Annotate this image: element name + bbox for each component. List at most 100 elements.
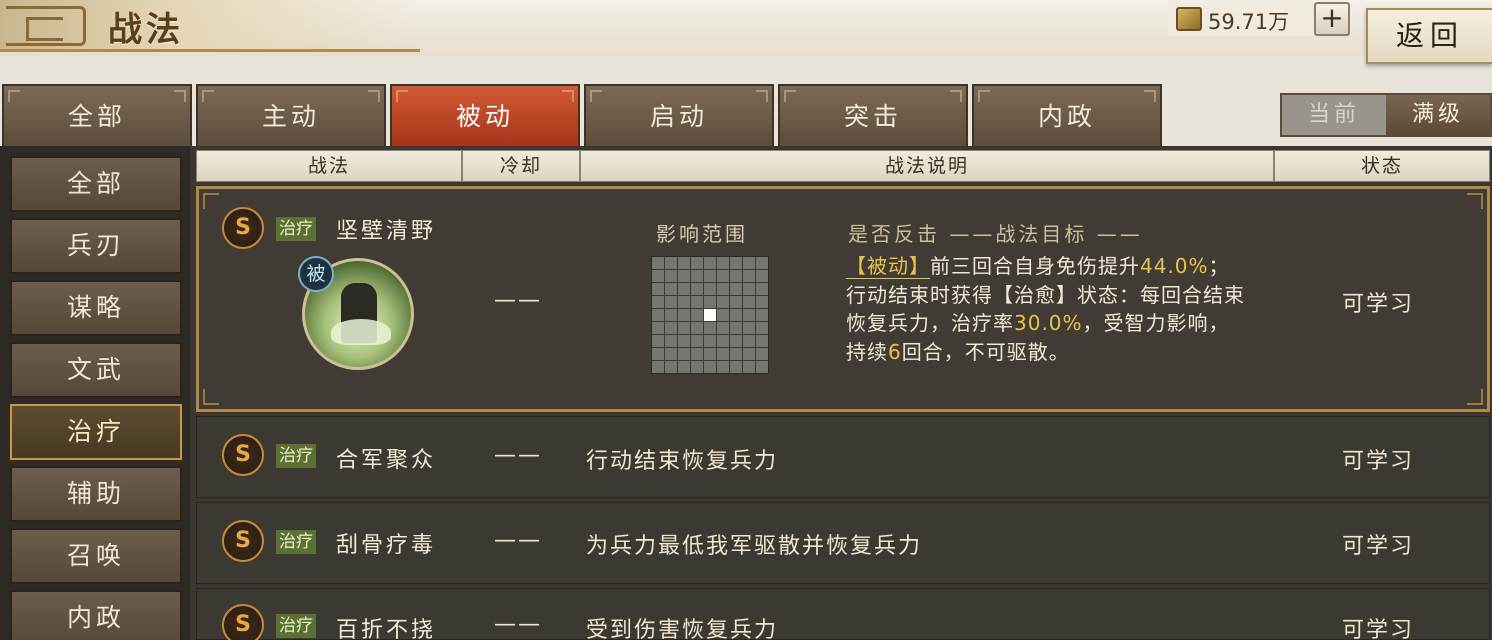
range-cell [704, 270, 716, 282]
tab-assault[interactable]: 突击 [778, 84, 968, 146]
range-cell [730, 283, 742, 295]
skill-summary: 为兵力最低我军驱散并恢复兵力 [586, 534, 923, 559]
range-cell [756, 270, 768, 282]
grade-badge: S [222, 207, 264, 249]
range-cell [678, 283, 690, 295]
title-plate: 战法 [0, 0, 420, 52]
tab-trigger[interactable]: 启动 [584, 84, 774, 146]
range-cell [678, 361, 690, 373]
grade-badge: S [222, 434, 264, 476]
column-header-status: 状态 [1274, 150, 1490, 182]
add-currency-button[interactable]: + [1314, 2, 1350, 36]
range-cell [743, 257, 755, 269]
range-cell [652, 296, 664, 308]
range-cell [691, 322, 703, 334]
skill-name: 合军聚众 [336, 448, 437, 473]
tab-active[interactable]: 主动 [196, 84, 386, 146]
range-cell [652, 361, 664, 373]
range-cell [678, 348, 690, 360]
range-cell [652, 322, 664, 334]
skill-name: 刮骨疗毒 [336, 533, 437, 558]
range-cell [652, 335, 664, 347]
type-tag: 治疗 [276, 444, 316, 468]
type-tag: 治疗 [276, 217, 316, 241]
cooldown-value: —— [494, 612, 542, 637]
range-cell [704, 296, 716, 308]
column-header-skill: 战法 [196, 150, 462, 182]
sidebar-item-civil-military[interactable]: 文武 [10, 342, 182, 398]
desc-value: 44.0% [1140, 254, 1209, 278]
range-cell [691, 296, 703, 308]
skill-name: 坚壁清野 [336, 219, 437, 244]
range-cell [756, 322, 768, 334]
range-cell [652, 283, 664, 295]
currency-amount: 59.71万 [1208, 10, 1290, 34]
range-cell [678, 257, 690, 269]
level-toggle: 当前 满级 [1280, 93, 1492, 137]
status-value: 可学习 [1342, 292, 1415, 317]
range-cell [743, 348, 755, 360]
range-cell [665, 309, 677, 321]
sidebar-item-internal[interactable]: 内政 [10, 590, 182, 640]
range-cell [730, 361, 742, 373]
range-cell [665, 322, 677, 334]
range-grid [651, 256, 769, 374]
range-cell [691, 361, 703, 373]
corner-ornament [1467, 193, 1483, 209]
range-cell [743, 309, 755, 321]
desc-value: 30.0% [1014, 311, 1083, 335]
range-cell [678, 322, 690, 334]
range-cell [756, 257, 768, 269]
top-header: 战法 59.71万 + [0, 0, 1492, 56]
range-cell [730, 270, 742, 282]
range-cell [743, 270, 755, 282]
range-cell [743, 283, 755, 295]
status-value: 可学习 [1342, 618, 1415, 640]
ornament-icon [6, 6, 86, 46]
current-level-option[interactable]: 当前 [1282, 95, 1386, 135]
range-cell [691, 257, 703, 269]
range-cell [717, 309, 729, 321]
tab-internal[interactable]: 内政 [972, 84, 1162, 146]
range-cell [717, 348, 729, 360]
grade-badge: S [222, 520, 264, 562]
corner-ornament [203, 193, 219, 209]
range-cell [717, 322, 729, 334]
range-cell [678, 296, 690, 308]
sidebar-item-all[interactable]: 全部 [10, 156, 182, 212]
range-cell [678, 335, 690, 347]
column-header-description: 战法说明 [580, 150, 1274, 182]
max-level-option[interactable]: 满级 [1386, 95, 1490, 135]
back-button[interactable]: 返回 [1366, 8, 1492, 64]
sidebar-item-summon[interactable]: 召唤 [10, 528, 182, 584]
corner-ornament [203, 389, 219, 405]
cooldown-value: —— [494, 443, 542, 468]
range-cell [717, 257, 729, 269]
sidebar-item-blade[interactable]: 兵刃 [10, 218, 182, 274]
target-label: 是否反击 ——战法目标 —— [848, 222, 1143, 246]
desc-passive-tag: 【被动】 [846, 254, 930, 279]
skill-description: 【被动】前三回合自身免伤提升44.0%；行动结束时获得【治愈】状态：每回合结束恢… [846, 252, 1246, 366]
range-cell [730, 335, 742, 347]
cooldown-value: —— [494, 528, 542, 553]
status-value: 可学习 [1342, 534, 1415, 559]
range-cell [717, 361, 729, 373]
scroll-currency-icon [1176, 7, 1202, 31]
range-cell [704, 348, 716, 360]
tab-passive[interactable]: 被动 [390, 84, 580, 146]
range-cell [691, 335, 703, 347]
range-cell [665, 335, 677, 347]
desc-text: 回合，不可驱散。 [901, 339, 1070, 364]
range-cell [665, 348, 677, 360]
status-value: 可学习 [1342, 449, 1415, 474]
sidebar-item-support[interactable]: 辅助 [10, 466, 182, 522]
range-cell [717, 335, 729, 347]
sidebar-item-heal[interactable]: 治疗 [10, 404, 182, 460]
tab-all[interactable]: 全部 [2, 84, 192, 146]
range-cell [691, 348, 703, 360]
sidebar: 全部 兵刃 谋略 文武 治疗 辅助 召唤 内政 [0, 146, 190, 640]
sidebar-item-strategy[interactable]: 谋略 [10, 280, 182, 336]
range-cell [730, 348, 742, 360]
cooldown-value: —— [494, 288, 542, 313]
range-cell [704, 361, 716, 373]
